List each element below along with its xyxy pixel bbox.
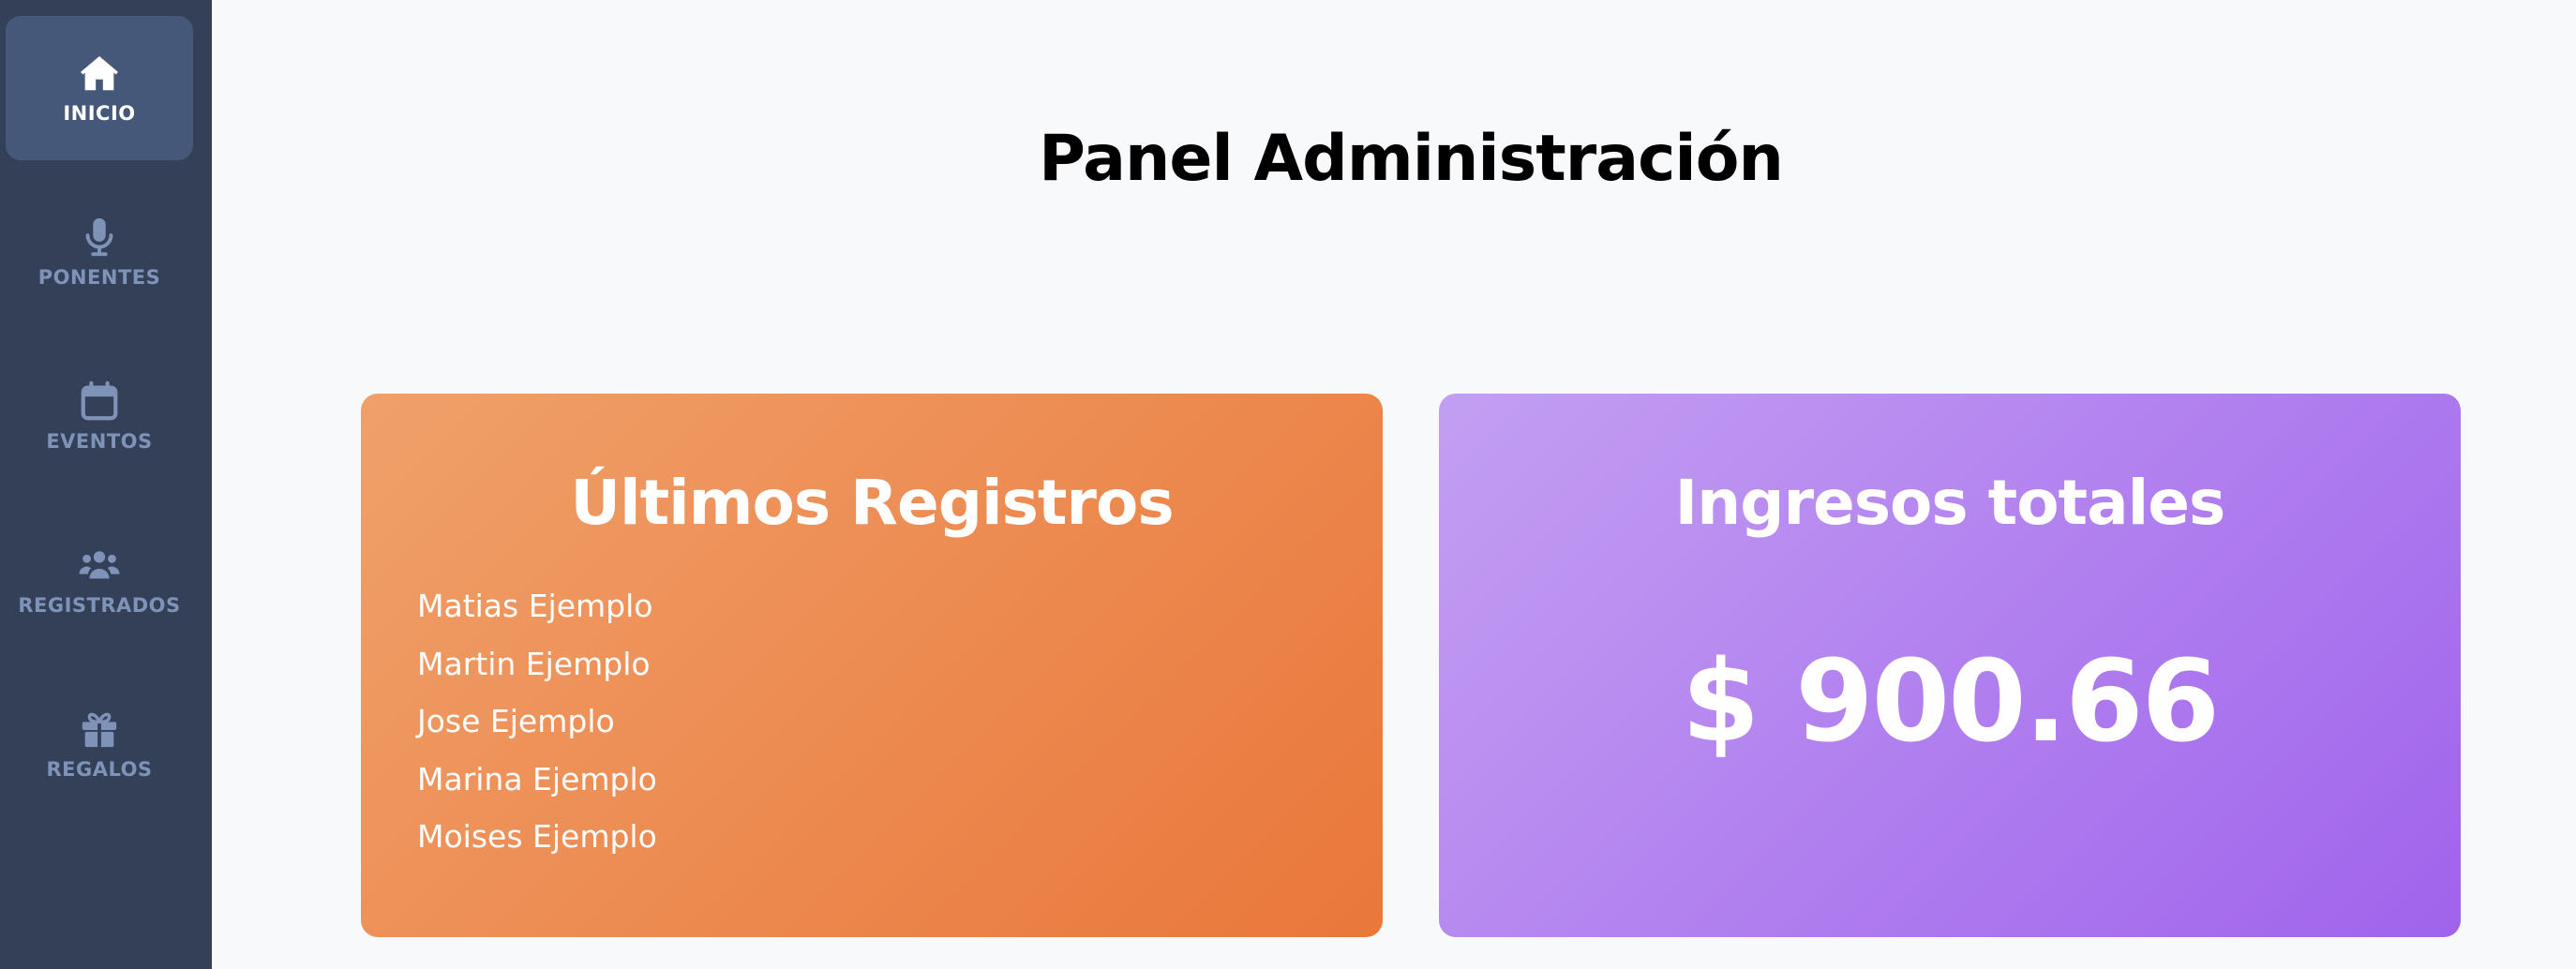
- sidebar-item-eventos[interactable]: Eventos: [6, 344, 193, 488]
- list-item: Martin Ejemplo: [417, 645, 651, 682]
- list-item: Matias Ejemplo: [417, 588, 653, 624]
- sidebar-item-label: Regalos: [46, 758, 153, 781]
- sidebar-item-label: Inicio: [63, 102, 136, 125]
- sidebar: Inicio Ponentes Eventos Registrados Rega…: [0, 0, 212, 969]
- page-title: Panel Administración: [1039, 122, 1784, 196]
- sidebar-item-registrados[interactable]: Registrados: [6, 508, 193, 652]
- total-amount: $ 900.66: [1681, 637, 2220, 768]
- sidebar-item-label: Ponentes: [37, 266, 161, 289]
- calendar-icon: [77, 380, 122, 423]
- sidebar-item-inicio[interactable]: Inicio: [6, 16, 193, 160]
- sidebar-item-ponentes[interactable]: Ponentes: [6, 180, 193, 324]
- home-icon: [77, 52, 122, 95]
- sidebar-item-regalos[interactable]: Regalos: [6, 672, 193, 816]
- sidebar-item-label: Eventos: [46, 430, 153, 453]
- card-title: Ingresos totales: [1674, 467, 2226, 539]
- microphone-icon: [77, 216, 122, 259]
- gift-icon: [77, 708, 122, 751]
- latest-registrations-card: Últimos Registros Matias Ejemplo Martin …: [361, 394, 1383, 937]
- registrations-list: Matias Ejemplo Martin Ejemplo Jose Ejemp…: [417, 577, 657, 866]
- card-title: Últimos Registros: [570, 467, 1174, 539]
- list-item: Moises Ejemplo: [417, 818, 657, 855]
- list-item: Marina Ejemplo: [417, 760, 657, 798]
- users-icon: [77, 544, 122, 587]
- total-income-card: Ingresos totales $ 900.66: [1439, 394, 2461, 937]
- main-content: Panel Administración Últimos Registros M…: [212, 0, 2576, 969]
- sidebar-item-label: Registrados: [18, 594, 181, 617]
- list-item: Jose Ejemplo: [417, 703, 615, 739]
